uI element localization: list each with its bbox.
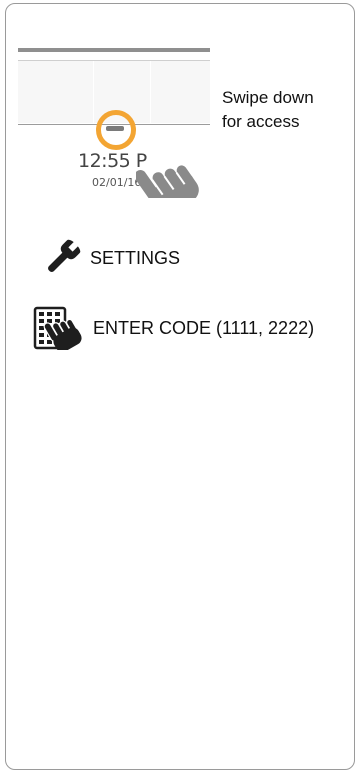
swipe-instruction: Swipe down for access [222,86,352,134]
wrench-icon [48,239,81,272]
status-bar [18,48,210,52]
enter-code-item[interactable]: ENTER CODE (1111, 2222) [33,306,314,350]
divider [150,61,151,123]
settings-item[interactable]: SETTINGS [42,238,180,278]
device-frame: 12:55 P 02/01/16 Swipe down for access S… [5,3,355,770]
highlight-ring [96,110,136,150]
pointing-hand-icon [136,165,199,198]
screen-preview: 12:55 P 02/01/16 [18,48,210,198]
enter-code-label: ENTER CODE (1111, 2222) [93,317,315,338]
settings-label: SETTINGS [90,247,181,268]
clock-date: 02/01/16 [92,176,142,189]
divider [93,61,94,123]
keypad-hand-icon [33,306,82,350]
instruction-line-2: for access [222,112,300,131]
instruction-line-1: Swipe down [222,88,314,107]
